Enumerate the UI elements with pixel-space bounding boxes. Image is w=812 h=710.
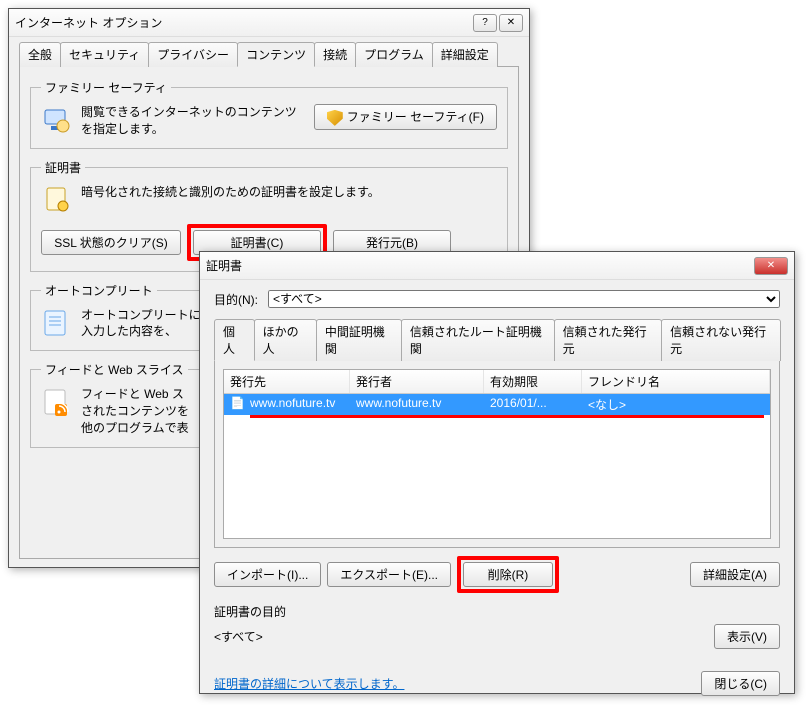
tab-programs[interactable]: プログラム bbox=[355, 42, 433, 67]
help-button[interactable]: ? bbox=[473, 14, 497, 32]
col-expiration[interactable]: 有効期限 bbox=[484, 370, 582, 393]
close-button[interactable]: ✕ bbox=[754, 257, 788, 275]
import-button[interactable]: インポート(I)... bbox=[214, 562, 321, 587]
certificates-legend: 証明書 bbox=[41, 159, 85, 176]
cert-purpose-all: <すべて> bbox=[214, 628, 263, 645]
tab-untrusted-publishers[interactable]: 信頼されない発行元 bbox=[661, 319, 781, 361]
cert-tabstrip: 個人 ほかの人 中間証明機関 信頼されたルート証明機関 信頼された発行元 信頼さ… bbox=[214, 318, 780, 361]
certificates-title: 証明書 bbox=[206, 257, 752, 274]
family-safety-desc: 閲覧できるインターネットのコンテンツを指定します。 bbox=[81, 104, 306, 138]
cert-row-exp: 2016/01/... bbox=[484, 394, 582, 415]
family-safety-icon bbox=[41, 104, 73, 136]
cert-row-issuer: www.nofuture.tv bbox=[350, 394, 484, 415]
col-issuer[interactable]: 発行者 bbox=[350, 370, 484, 393]
clear-ssl-button[interactable]: SSL 状態のクリア(S) bbox=[41, 230, 181, 255]
tab-other-people[interactable]: ほかの人 bbox=[254, 319, 317, 361]
feeds-icon bbox=[41, 386, 73, 418]
certificates-titlebar: 証明書 ✕ bbox=[200, 252, 794, 280]
view-button[interactable]: 表示(V) bbox=[714, 624, 780, 649]
cert-purpose-section-label: 証明書の目的 bbox=[214, 603, 780, 620]
tab-content[interactable]: コンテンツ bbox=[237, 42, 315, 67]
tab-advanced[interactable]: 詳細設定 bbox=[432, 42, 498, 67]
cert-panel: 発行先 発行者 有効期限 フレンドリ名 📄 www.nofuture.tv ww… bbox=[214, 361, 780, 548]
feeds-legend: フィードと Web スライス bbox=[41, 361, 188, 378]
tab-general[interactable]: 全般 bbox=[19, 42, 61, 67]
advanced-button[interactable]: 詳細設定(A) bbox=[690, 562, 780, 587]
highlight-row-underline bbox=[250, 415, 764, 418]
learn-more-link[interactable]: 証明書の詳細について表示します。 bbox=[214, 675, 404, 692]
tab-security[interactable]: セキュリティ bbox=[60, 42, 149, 67]
certificate-icon bbox=[41, 184, 73, 216]
cert-row-selected[interactable]: 📄 www.nofuture.tv www.nofuture.tv 2016/0… bbox=[224, 394, 770, 415]
family-safety-group: ファミリー セーフティ 閲覧できるインターネットのコンテンツを指定します。 ファ… bbox=[30, 79, 508, 149]
col-friendly-name[interactable]: フレンドリ名 bbox=[582, 370, 770, 393]
col-issued-to[interactable]: 発行先 bbox=[224, 370, 350, 393]
remove-button[interactable]: 削除(R) bbox=[463, 562, 553, 587]
close-button[interactable]: ✕ bbox=[499, 14, 523, 32]
shield-icon bbox=[327, 110, 343, 126]
tab-trusted-root-ca[interactable]: 信頼されたルート証明機関 bbox=[401, 319, 555, 361]
certificates-body: 目的(N): <すべて> 個人 ほかの人 中間証明機関 信頼されたルート証明機関… bbox=[200, 280, 794, 706]
internet-options-tabstrip: 全般 セキュリティ プライバシー コンテンツ 接続 プログラム 詳細設定 bbox=[19, 41, 519, 67]
purpose-select[interactable]: <すべて> bbox=[268, 290, 780, 308]
cert-list-header: 発行先 発行者 有効期限 フレンドリ名 bbox=[224, 370, 770, 394]
cert-listbox[interactable]: 発行先 発行者 有効期限 フレンドリ名 📄 www.nofuture.tv ww… bbox=[223, 369, 771, 539]
tab-personal[interactable]: 個人 bbox=[214, 319, 255, 361]
autocomplete-icon bbox=[41, 307, 73, 339]
family-safety-button-label: ファミリー セーフティ(F) bbox=[347, 110, 484, 124]
certificates-dialog: 証明書 ✕ 目的(N): <すべて> 個人 ほかの人 中間証明機関 信頼されたル… bbox=[199, 251, 795, 694]
cert-row-issued-to: www.nofuture.tv bbox=[244, 394, 350, 415]
certificates-desc: 暗号化された接続と識別のための証明書を設定します。 bbox=[81, 184, 497, 201]
tab-intermediate-ca[interactable]: 中間証明機関 bbox=[316, 319, 402, 361]
export-button[interactable]: エクスポート(E)... bbox=[327, 562, 451, 587]
internet-options-title: インターネット オプション bbox=[15, 14, 471, 31]
cert-row-fname: <なし> bbox=[582, 394, 770, 415]
cert-row-icon: 📄 bbox=[224, 394, 244, 415]
highlight-remove: 削除(R) bbox=[457, 556, 559, 593]
tab-connections[interactable]: 接続 bbox=[314, 42, 356, 67]
autocomplete-legend: オートコンプリート bbox=[41, 282, 157, 299]
family-safety-legend: ファミリー セーフティ bbox=[41, 79, 171, 96]
tab-trusted-publishers[interactable]: 信頼された発行元 bbox=[554, 319, 663, 361]
close-dialog-button[interactable]: 閉じる(C) bbox=[701, 671, 780, 696]
purpose-label: 目的(N): bbox=[214, 291, 258, 308]
family-safety-button[interactable]: ファミリー セーフティ(F) bbox=[314, 104, 497, 130]
tab-privacy[interactable]: プライバシー bbox=[148, 42, 238, 67]
internet-options-titlebar: インターネット オプション ? ✕ bbox=[9, 9, 529, 37]
